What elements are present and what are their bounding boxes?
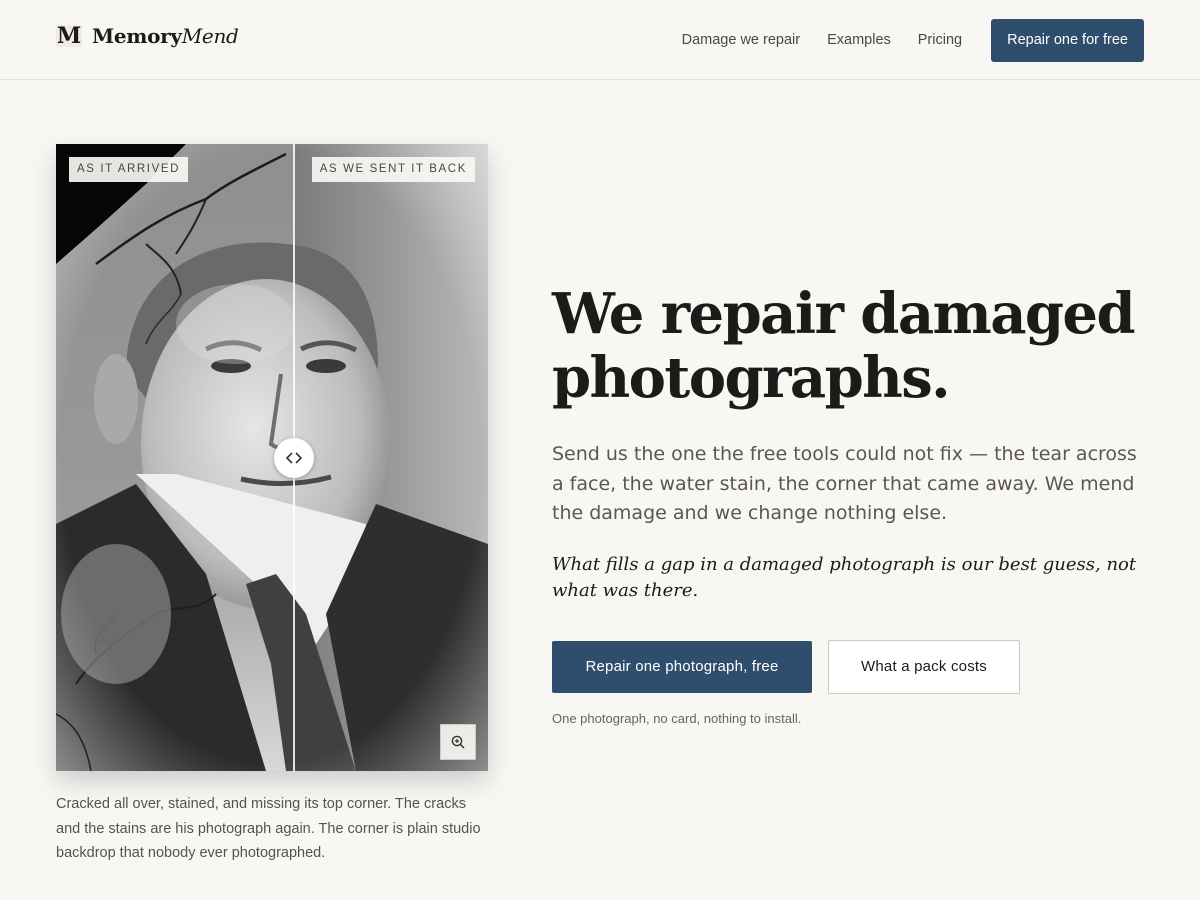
- hero-lede: Send us the one the free tools could not…: [552, 443, 1137, 524]
- hero-note: What fills a gap in a damaged photograph…: [552, 554, 1137, 601]
- m-monogram-icon: M: [56, 23, 82, 49]
- nav-link-pricing[interactable]: Pricing: [918, 32, 962, 48]
- compare-handle[interactable]: [274, 438, 314, 478]
- repair-one-button[interactable]: Repair one photograph, free: [552, 641, 812, 693]
- chevrons-left-right-icon: [285, 452, 303, 464]
- nav-link-damage[interactable]: Damage we repair: [682, 32, 800, 48]
- repair-free-header-button[interactable]: Repair one for free: [991, 18, 1144, 62]
- zoom-in-icon: [451, 735, 465, 749]
- portrait-photo: [56, 144, 488, 771]
- brand-logo[interactable]: M MemoryMend: [56, 22, 239, 50]
- site-header: M MemoryMend Damage we repair Examples P…: [0, 0, 1200, 80]
- pack-costs-button[interactable]: What a pack costs: [828, 640, 1020, 694]
- brand-name: MemoryMend: [92, 24, 239, 48]
- main-nav: Damage we repair Examples Pricing Repair…: [682, 0, 1144, 80]
- before-after-compare[interactable]: AS IT ARRIVED AS WE SENT IT BACK: [56, 144, 488, 771]
- hero-title: We repair damaged photographs.: [552, 281, 1136, 411]
- zoom-button[interactable]: [440, 724, 476, 760]
- compare-caption: Cracked all over, stained, and missing i…: [56, 796, 481, 861]
- fineprint: One photograph, no card, nothing to inst…: [552, 711, 802, 726]
- after-label: AS WE SENT IT BACK: [311, 157, 475, 182]
- before-label: AS IT ARRIVED: [69, 157, 189, 182]
- nav-link-examples[interactable]: Examples: [827, 32, 891, 48]
